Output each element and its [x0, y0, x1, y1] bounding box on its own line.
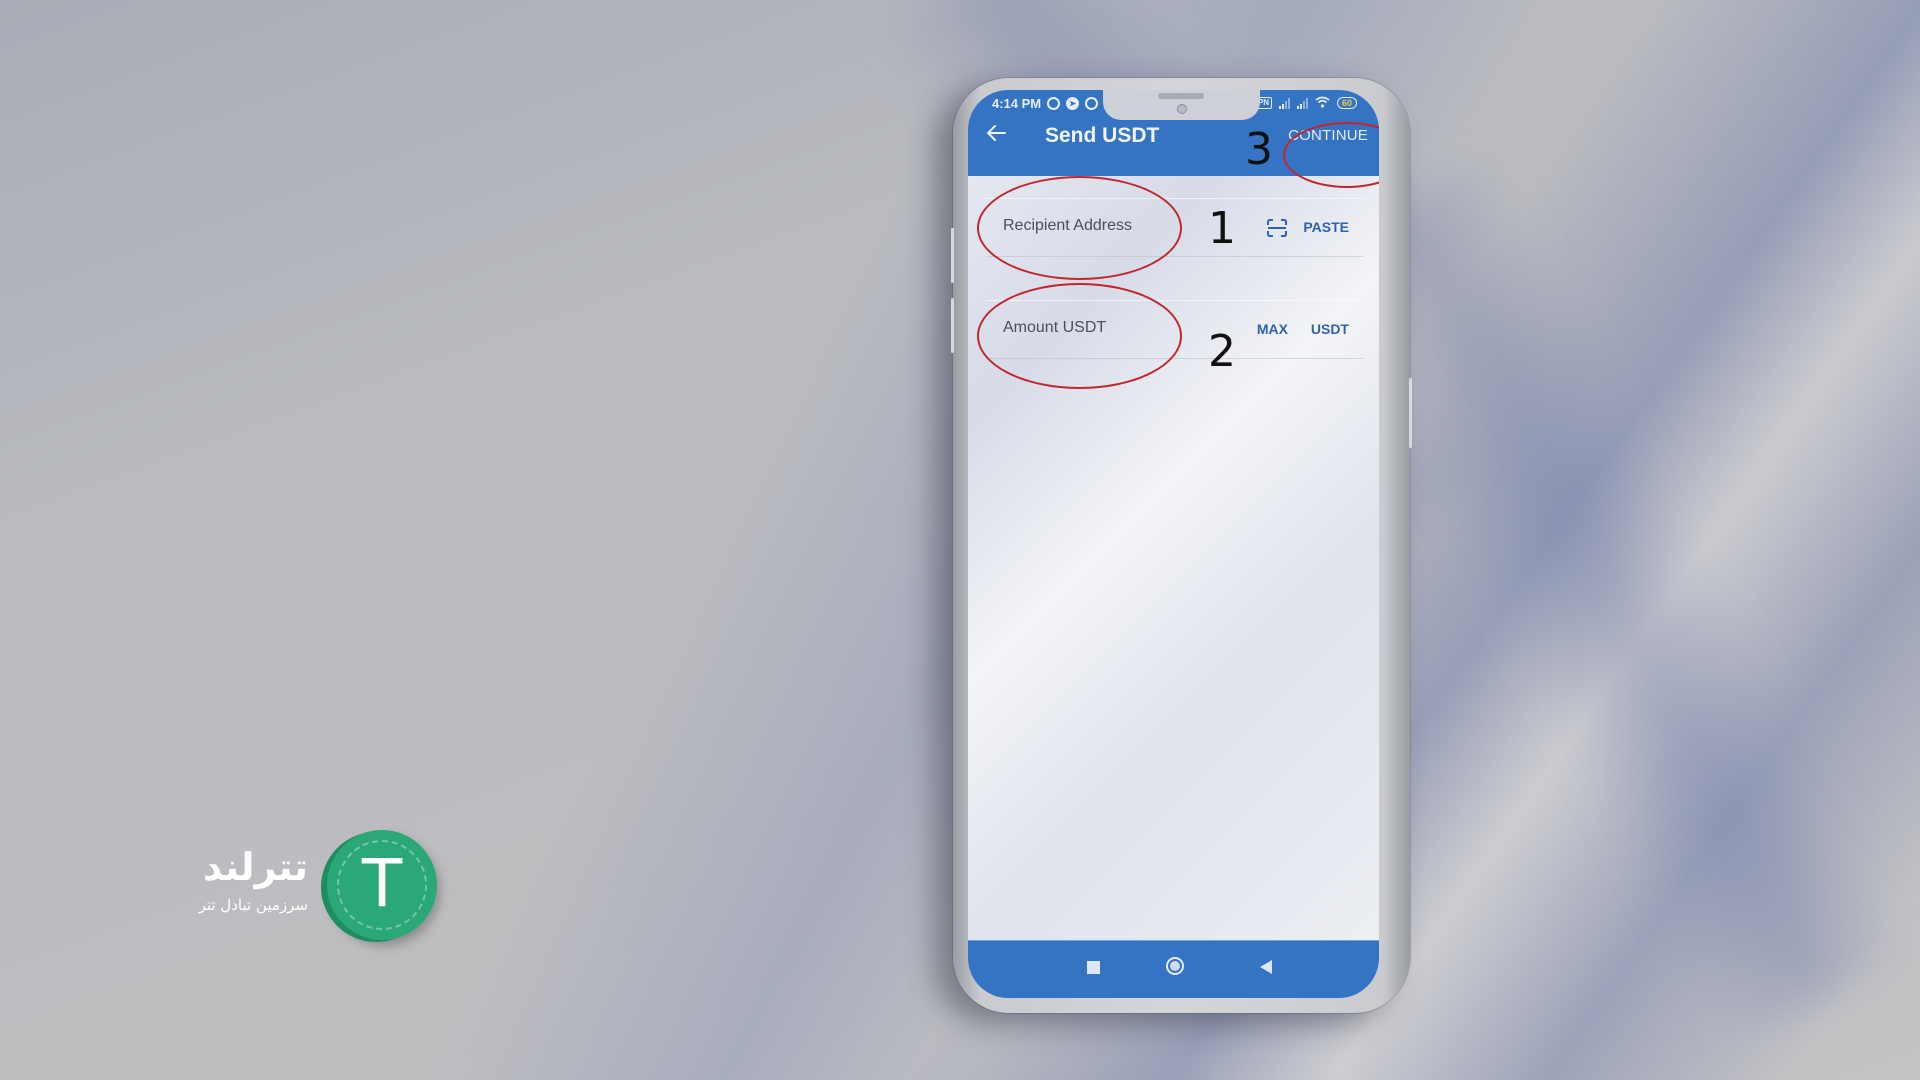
home-circle-icon[interactable] — [1166, 957, 1184, 975]
brand-name: تترلند — [202, 845, 308, 889]
page-title: Send USDT — [1045, 124, 1160, 147]
highlight-ellipse-amount — [977, 283, 1182, 389]
camera-notch — [1103, 90, 1260, 120]
scan-qr-icon[interactable] — [1267, 219, 1287, 237]
signal-icon — [1296, 97, 1308, 109]
brand-coin-logo: T — [327, 830, 437, 940]
phone-side-button — [1409, 378, 1412, 448]
speaker-grille — [1158, 93, 1204, 99]
system-nav-bar — [968, 940, 1379, 998]
step-number-2: 2 — [1208, 326, 1236, 377]
max-button[interactable]: MAX — [1257, 321, 1288, 337]
back-triangle-icon[interactable] — [1260, 960, 1272, 974]
wifi-icon — [1315, 96, 1330, 111]
highlight-ellipse-recipient — [977, 176, 1182, 280]
paste-button[interactable]: PASTE — [1303, 219, 1349, 235]
coin-letter: T — [361, 845, 403, 922]
arrow-left-icon — [987, 125, 1006, 141]
alarm-icon — [1047, 96, 1061, 110]
front-camera — [1177, 104, 1187, 114]
status-bar-right: VPN 60 — [1249, 93, 1357, 113]
signal-icon — [1278, 97, 1290, 109]
phone-mockup: 4:14 PM ➤ VPN 60 Send USDT CONTINUE Reci… — [951, 78, 1412, 1013]
status-bar-left: 4:14 PM ➤ — [992, 93, 1099, 113]
back-button[interactable] — [986, 123, 1006, 147]
telegram-icon: ➤ — [1066, 96, 1080, 110]
brand-tagline: سرزمین تبادل تتر — [198, 896, 308, 914]
recents-square-icon[interactable] — [1087, 961, 1100, 974]
step-number-1: 1 — [1208, 203, 1236, 254]
messenger-icon — [1085, 96, 1099, 110]
status-time: 4:14 PM — [992, 95, 1042, 111]
phone-side-button — [951, 228, 954, 283]
battery-icon: 60 — [1336, 97, 1357, 109]
phone-side-button — [951, 298, 954, 353]
currency-selector[interactable]: USDT — [1311, 321, 1349, 337]
step-number-3: 3 — [1245, 124, 1273, 175]
phone-screen: 4:14 PM ➤ VPN 60 Send USDT CONTINUE Reci… — [968, 90, 1379, 998]
